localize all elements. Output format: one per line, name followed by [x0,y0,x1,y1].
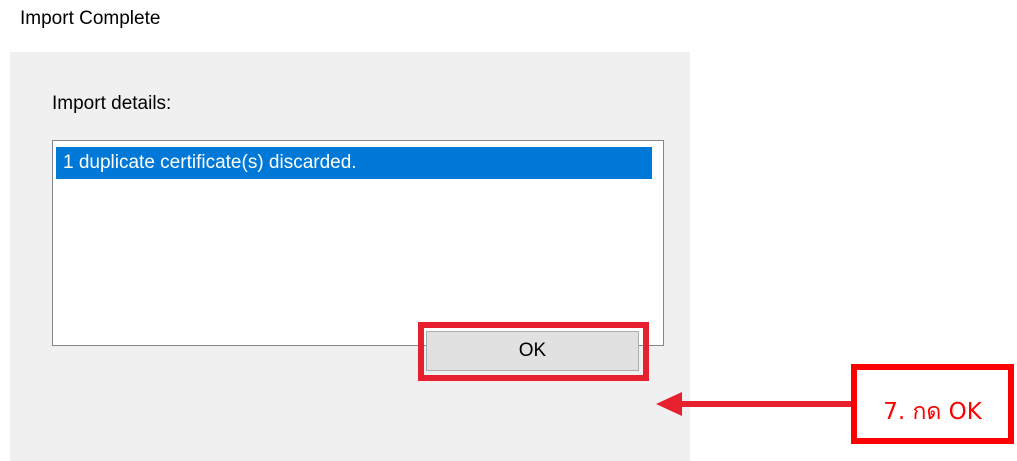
import-details-list[interactable]: 1 duplicate certificate(s) discarded. [52,140,664,346]
page: Import Complete Import details: 1 duplic… [0,0,1017,461]
list-item[interactable]: 1 duplicate certificate(s) discarded. [56,147,652,179]
dialog-body: Import details: 1 duplicate certificate(… [10,52,690,461]
import-details-label: Import details: [52,93,172,114]
instruction-callout: 7. กด OK [851,364,1014,444]
ok-button[interactable]: OK [426,331,639,371]
dialog-title: Import Complete [20,8,161,29]
